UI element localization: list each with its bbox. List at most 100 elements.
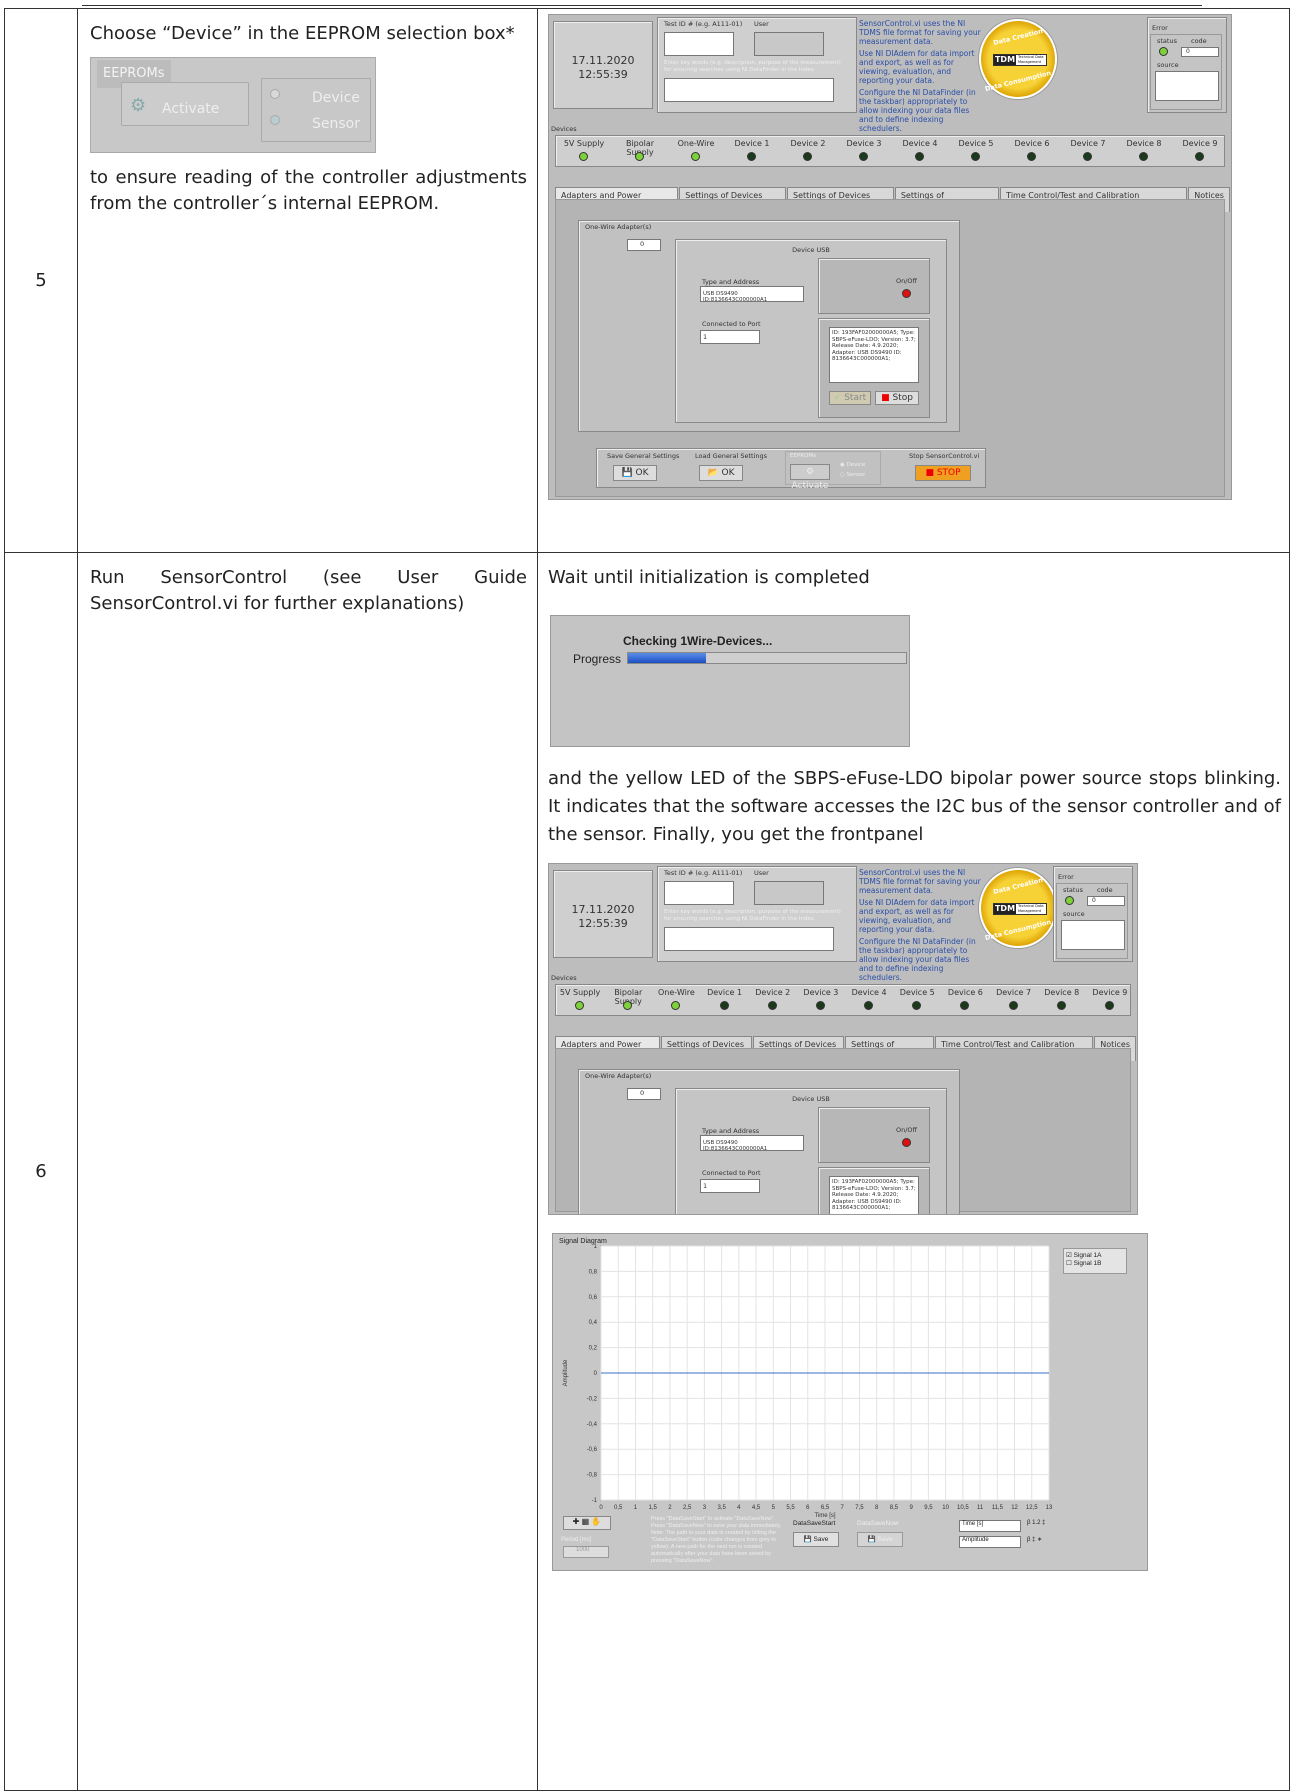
datasave-note: Press "DataSaveStart" to activate "DataS… (651, 1516, 782, 1564)
error-code-field[interactable]: 0 (1181, 47, 1219, 57)
x-axis-name-field[interactable]: Time [s] (959, 1520, 1021, 1532)
legend-item[interactable]: ☑ Signal 1A (1066, 1251, 1124, 1259)
error-status-label: status (1063, 886, 1083, 894)
onoff-led[interactable] (902, 1138, 911, 1147)
keywords-input[interactable] (664, 78, 834, 102)
y-format-icon[interactable]: β ‡ ∗ (1027, 1536, 1042, 1543)
check-icon: ✓ (833, 393, 842, 403)
device-radio-label[interactable]: ◉ Device (840, 462, 865, 468)
device-usb-label: Device USB (792, 246, 830, 254)
sensor-radio[interactable] (270, 115, 280, 125)
instruction-top: Choose “Device” in the EEPROM selection … (90, 23, 515, 44)
legend-item[interactable]: ☐ Signal 1B (1066, 1259, 1124, 1267)
adapter-index[interactable]: 0 (627, 239, 661, 251)
x-tick-label: 6 (806, 1505, 810, 1511)
tdm-logo-sub: Technical Data Management (1018, 55, 1044, 64)
save-icon: 💾 (803, 1536, 812, 1543)
error-title: Error (1152, 24, 1168, 32)
y-axis-label: Amplitude (563, 1359, 569, 1386)
device-led (719, 1001, 729, 1010)
tab-content: One-Wire Adapter(s) 0 Device USB Type an… (555, 1048, 1131, 1214)
legend-label: Signal 1A (1073, 1252, 1102, 1259)
adapters-label: One-Wire Adapter(s) (585, 1072, 652, 1080)
device-led (912, 1001, 922, 1010)
error-code-label: code (1097, 886, 1113, 894)
device-label: 5V Supply (559, 988, 601, 997)
keywords-input[interactable] (664, 927, 834, 951)
start-label: Start (844, 393, 867, 403)
activate-label: Activate (791, 481, 829, 491)
onoff-box: On/Off (818, 1107, 930, 1163)
device-led (1195, 152, 1204, 161)
onoff-label: On/Off (895, 277, 917, 285)
adapter-index[interactable]: 0 (627, 1088, 661, 1100)
device-led (767, 1001, 777, 1010)
datasavestart-button[interactable]: 💾 Save (793, 1532, 839, 1547)
type-address-field[interactable]: USB DS9490 ID:8136643C000000A1 (700, 1135, 804, 1152)
load-general-button[interactable]: 📂 OK (699, 465, 743, 481)
graph-palette[interactable]: ✚ ▦ ✋ (563, 1516, 611, 1530)
devices-label: Devices (551, 125, 577, 133)
onoff-led[interactable] (902, 289, 911, 298)
device-led (623, 1001, 633, 1010)
stop-icon: ■ (925, 468, 934, 478)
ok-label: OK (721, 468, 735, 478)
frontpanel: 17.11.2020 12:55:39 Test ID # (e.g. A111… (548, 863, 1138, 1215)
error-source-field[interactable] (1155, 71, 1219, 101)
user-input[interactable] (754, 32, 824, 56)
eeprom-activate-button[interactable]: ⚙ Activate (790, 464, 830, 491)
sensor-radio-label[interactable]: ○ Sensor (840, 472, 865, 478)
error-status-led (1065, 896, 1074, 905)
x-format-icon[interactable]: β 1.2 ‡ (1027, 1520, 1045, 1526)
error-source-field[interactable] (1061, 920, 1125, 950)
note-line: SensorControl.vi uses the NI TDMS file f… (859, 19, 981, 46)
datasavenow-button[interactable]: 💾 Save (857, 1532, 903, 1547)
device-info-text: ID: 193FAF02000000A5; Type: SBPS-eFuse-L… (829, 327, 919, 383)
onoff-box: On/Off (818, 258, 930, 314)
x-tick-label: 0,5 (614, 1505, 623, 1511)
x-tick-label: 1 (634, 1505, 638, 1511)
error-code-field[interactable]: 0 (1087, 896, 1125, 906)
y-tick-label: 0,8 (589, 1269, 598, 1275)
port-label: Connected to Port (702, 1169, 761, 1177)
eeprom-selection-box: EEPROMs ⚙ Activate Device Sensor (90, 57, 376, 153)
period-input[interactable]: 1000 (563, 1546, 609, 1558)
x-tick-label: 1,5 (649, 1505, 658, 1511)
device-label: Device 4 (902, 139, 938, 148)
start-button[interactable]: ✓ Start (829, 391, 871, 405)
x-tick-label: 13 (1046, 1505, 1053, 1511)
activate-icon: ⚙ (805, 467, 815, 477)
error-status-label: status (1157, 37, 1177, 45)
x-tick-label: 2,5 (683, 1505, 692, 1511)
user-input[interactable] (754, 881, 824, 905)
bottom-controls: Save General Settings 💾 OK Load General … (596, 448, 986, 491)
x-tick-label: 7 (841, 1505, 845, 1511)
port-field[interactable]: 1 (700, 1179, 760, 1193)
y-tick-label: 1 (594, 1244, 598, 1250)
y-axis-name-field[interactable]: Amplitude (959, 1536, 1021, 1548)
port-field[interactable]: 1 (700, 330, 760, 344)
activate-button[interactable]: ⚙ Activate (121, 82, 249, 126)
sensor-radio-label: Sensor (312, 116, 360, 132)
error-cluster: Error status code 0 source (1147, 17, 1227, 113)
tdm-logo-top: Data Creation (992, 875, 1044, 897)
device-led (691, 152, 700, 161)
type-address-label: Type and Address (702, 1127, 760, 1135)
stop-button[interactable]: ■ Stop (875, 391, 919, 405)
x-tick-label: 9 (909, 1505, 913, 1511)
type-address-field[interactable]: USB DS9490 ID:8136643C000000A1 (700, 286, 804, 303)
test-id-input[interactable] (664, 881, 734, 905)
stop-sensorcontrol-label: Stop SensorControl.vi (909, 452, 980, 460)
stop-sensorcontrol-button[interactable]: ■ STOP (915, 465, 971, 481)
x-tick-label: 11,5 (992, 1505, 1004, 1511)
device-label: Device 9 (1092, 988, 1128, 997)
date-label: 17.11.2020 (571, 903, 635, 916)
type-address-label: Type and Address (702, 278, 760, 286)
device-label: Device 1 (707, 988, 743, 997)
device-radio[interactable] (270, 89, 280, 99)
error-source-label: source (1063, 910, 1085, 918)
test-info-box: Test ID # (e.g. A111-01) User Enter key … (657, 17, 857, 113)
stop-icon: ■ (881, 393, 890, 403)
test-id-input[interactable] (664, 32, 734, 56)
save-general-button[interactable]: 💾 OK (613, 465, 657, 481)
